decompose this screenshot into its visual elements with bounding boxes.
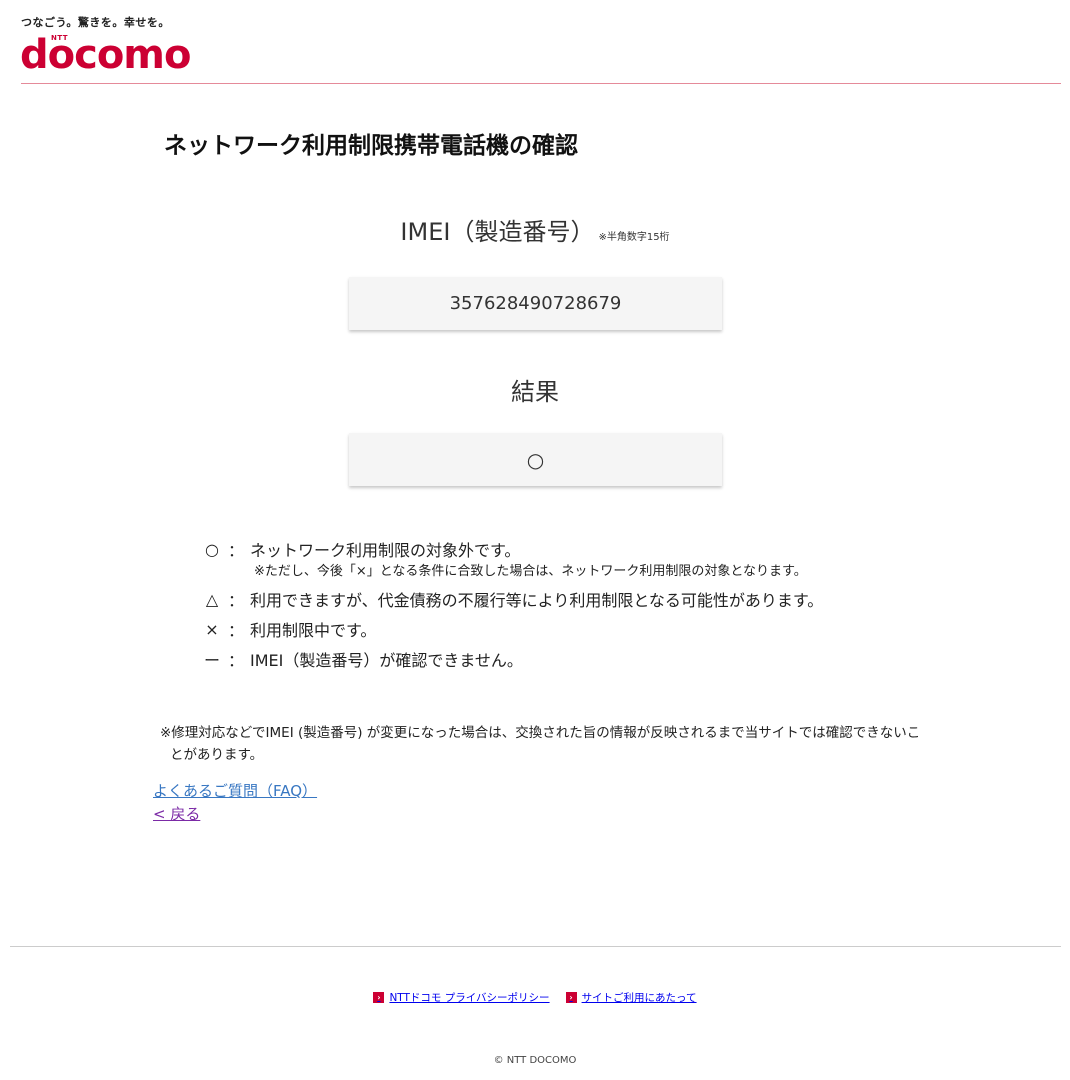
result-value-box: ○: [349, 433, 722, 486]
legend-colon: ：: [227, 651, 244, 670]
privacy-policy-label: NTTドコモ プライバシーポリシー: [389, 992, 550, 1004]
tagline: つなごう。驚きを。幸せを。: [21, 16, 170, 29]
arrow-right-icon: ›: [373, 992, 385, 1003]
legend-row-unknown: ー ： IMEI（製造番号）が確認できません。: [202, 644, 962, 674]
footer-divider: [10, 946, 1061, 947]
legend-text: IMEI（製造番号）が確認できません。: [250, 651, 523, 670]
site-header: つなごう。驚きを。幸せを。 docomo NTT: [0, 0, 1070, 86]
header-divider: [21, 83, 1061, 84]
legend-colon: ：: [227, 591, 244, 610]
footer-links: › NTTドコモ プライバシーポリシー › サイトご利用にあたって: [0, 990, 1070, 1005]
arrow-right-icon: ›: [565, 992, 577, 1003]
legend-text: ネットワーク利用制限の対象外です。: [250, 541, 521, 560]
faq-link[interactable]: よくあるご質問（FAQ）: [153, 780, 317, 801]
imei-format-note: ※半角数字15桁: [598, 232, 670, 243]
legend-colon: ：: [227, 541, 244, 560]
back-link[interactable]: < 戻る: [153, 803, 200, 824]
legend-text: 利用制限中です。: [250, 621, 377, 640]
privacy-policy-link[interactable]: › NTTドコモ プライバシーポリシー: [373, 990, 550, 1005]
logo-wordmark: docomo: [20, 32, 191, 78]
logo-ntt: NTT: [51, 34, 69, 42]
result-label: 結果: [511, 378, 559, 406]
legend-symbol: ×: [205, 619, 219, 639]
site-terms-link[interactable]: › サイトご利用にあたって: [565, 990, 697, 1005]
imei-change-footnote: ※修理対応などでIMEI (製造番号) が変更になった場合は、交換された旨の情報…: [160, 725, 921, 763]
legend-symbol: ○: [205, 539, 219, 559]
imei-value-box: 357628490728679: [349, 277, 722, 330]
imei-label: IMEI（製造番号） ※半角数字15桁: [0, 212, 1070, 247]
docomo-logo[interactable]: docomo NTT: [20, 32, 191, 78]
imei-label-text: IMEI（製造番号）: [400, 218, 595, 246]
site-terms-label: サイトご利用にあたって: [581, 992, 697, 1004]
legend-row-restricted: × ： 利用制限中です。: [202, 614, 962, 644]
result-legend: ○ ： ネットワーク利用制限の対象外です。 ※ただし、今後「×」となる条件に合致…: [202, 534, 962, 674]
copyright: © NTT DOCOMO: [493, 1055, 577, 1066]
legend-colon: ：: [227, 621, 244, 640]
legend-row-warning: △ ： 利用できますが、代金債務の不履行等により利用制限となる可能性があります。: [202, 584, 962, 614]
legend-symbol: ー: [203, 651, 220, 670]
page-title: ネットワーク利用制限携帯電話機の確認: [164, 133, 578, 159]
legend-text: 利用できますが、代金債務の不履行等により利用制限となる可能性があります。: [250, 591, 824, 610]
legend-sub-note: ※ただし、今後「×」となる条件に合致した場合は、ネットワーク利用制限の対象となり…: [254, 564, 807, 579]
legend-symbol: △: [205, 589, 219, 609]
